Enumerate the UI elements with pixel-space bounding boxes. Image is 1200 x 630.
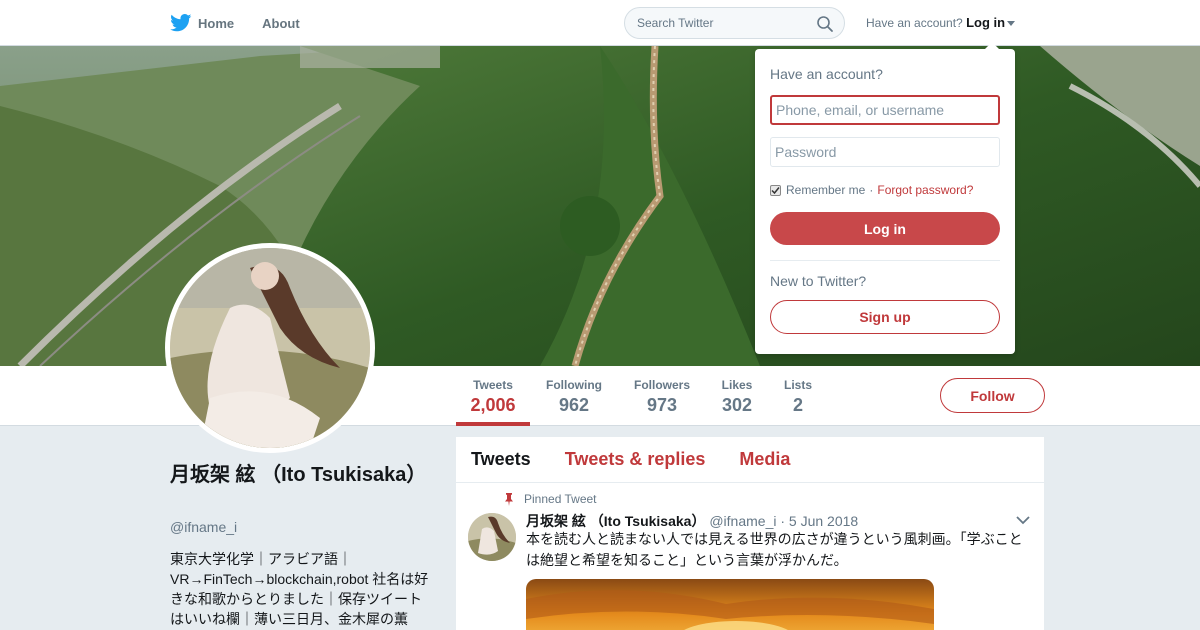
stat-tweets-value: 2,006 [470, 395, 516, 415]
nav-left-group: Home About [170, 0, 328, 46]
chevron-down-icon[interactable] [1016, 515, 1030, 525]
stat-following-value: 962 [558, 395, 590, 415]
password-field[interactable] [770, 137, 1000, 167]
nav-home-label: Home [198, 15, 235, 31]
timeline: Tweets Tweets & replies Media Pinned Twe… [456, 437, 1044, 630]
stat-lists-value: 2 [792, 395, 803, 415]
stat-likes-value: 302 [721, 395, 753, 415]
stat-followers-value: 973 [646, 395, 678, 415]
pinned-tweet-indicator: Pinned Tweet [504, 492, 597, 506]
remember-me-checkbox[interactable] [770, 184, 781, 196]
stat-tweets[interactable]: Tweets 2,006 [470, 378, 516, 416]
tab-tweets-and-replies[interactable]: Tweets & replies [565, 449, 706, 470]
login-panel-divider [770, 260, 1000, 261]
tweet-meta[interactable]: @ifname_i · 5 Jun 2018 [709, 513, 858, 529]
profile-handle[interactable]: @ifname_i [170, 519, 237, 535]
top-navigation-bar: Home About Have an account? Log in [0, 0, 1200, 46]
profile-bio: 東京大学化学｜アラビア語｜VR→FinTech→blockchain,robot… [170, 551, 429, 627]
account-menu: Have an account? Log in [866, 15, 1016, 30]
tweet-author-name[interactable]: 月坂架 絃 （Ito Tsukisaka） [526, 513, 705, 529]
timeline-tabs: Tweets Tweets & replies Media [456, 437, 1044, 483]
stat-tweets-label: Tweets [473, 378, 513, 392]
tweet-media-image[interactable] [526, 579, 934, 630]
login-dropdown-panel: Have an account? Remember me · Forgot pa… [755, 42, 1015, 354]
stat-lists-label: Lists [783, 378, 812, 392]
login-toggle-label: Log in [966, 15, 1006, 30]
search-box [624, 7, 845, 39]
stat-likes[interactable]: Likes 302 [721, 378, 753, 416]
remember-row: Remember me · Forgot password? [770, 183, 973, 197]
stat-following-label: Following [546, 378, 602, 392]
stat-lists[interactable]: Lists 2 [783, 378, 813, 416]
login-button[interactable]: Log in [770, 212, 1000, 245]
login-dropdown-toggle[interactable]: Log in [966, 15, 1016, 30]
twitter-bird-icon [170, 14, 192, 32]
checkmark-icon [771, 186, 780, 194]
stat-following[interactable]: Following 962 [545, 378, 603, 416]
sunset-image [526, 579, 934, 630]
profile-name[interactable]: 月坂架 絃 （Ito Tsukisaka） [170, 461, 440, 489]
login-panel-title: Have an account? [770, 66, 883, 82]
tab-tweets[interactable]: Tweets [471, 449, 531, 470]
stat-likes-label: Likes [721, 378, 753, 392]
remember-separator: · [869, 183, 874, 197]
username-field[interactable] [770, 95, 1000, 125]
tweet-avatar-image [468, 513, 516, 561]
forgot-password-link[interactable]: Forgot password? [877, 183, 973, 197]
search-input[interactable] [637, 8, 807, 38]
stat-followers-label: Followers [633, 378, 690, 392]
profile-avatar[interactable] [165, 243, 375, 453]
tweet-header: 月坂架 絃 （Ito Tsukisaka） @ifname_i · 5 Jun … [526, 511, 858, 531]
active-stat-underline [456, 422, 530, 426]
account-prompt: Have an account? [866, 16, 963, 30]
new-to-twitter-prompt: New to Twitter? [770, 273, 867, 289]
tab-media[interactable]: Media [739, 449, 790, 470]
nav-about-link[interactable]: About [262, 16, 300, 31]
caret-down-icon [1007, 21, 1016, 27]
pinned-label: Pinned Tweet [524, 492, 597, 506]
remember-me-label[interactable]: Remember me [786, 183, 865, 197]
tweet-text: 本を読む人と読まない人では見える世界の広さが違うという風刺画。「学ぶことは絶望と… [526, 531, 1023, 568]
nav-home-link[interactable]: Home [170, 14, 234, 32]
follow-button[interactable]: Follow [940, 378, 1045, 413]
pin-icon [505, 492, 513, 506]
tweet-author-avatar[interactable] [468, 513, 516, 561]
signup-button[interactable]: Sign up [770, 300, 1000, 334]
search-icon[interactable] [816, 15, 834, 33]
stat-followers[interactable]: Followers 973 [633, 378, 691, 416]
avatar-image [170, 248, 370, 448]
